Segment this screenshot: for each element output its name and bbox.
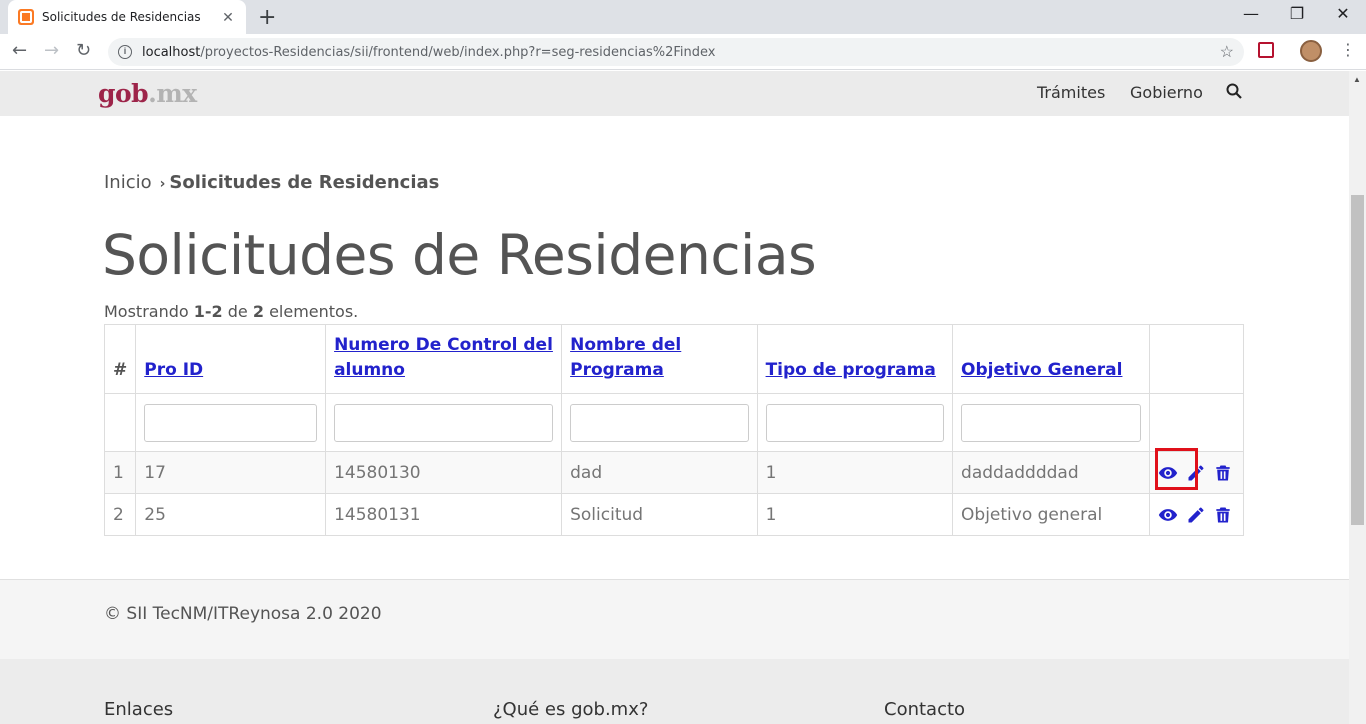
cell-nombre-programa: dad (561, 451, 758, 494)
sort-pro-id-link[interactable]: Pro ID (144, 360, 203, 380)
footer-contacto-heading: Contacto (884, 699, 966, 720)
filter-nombre-programa-input[interactable] (570, 403, 749, 442)
chevron-right-icon: › (159, 176, 166, 192)
cell-objetivo-general: daddaddddad (952, 451, 1151, 494)
cell-number: 1 (103, 451, 137, 494)
cell-number: 2 (103, 493, 137, 536)
xampp-favicon-icon (18, 9, 34, 25)
sort-tipo-programa-link[interactable]: Tipo de programa (766, 360, 936, 380)
header-objetivo-general: Objetivo General (952, 324, 1151, 394)
scroll-up-arrow-icon[interactable]: ▲ (1353, 75, 1361, 84)
gob-navbar: gob.mx Trámites Gobierno (0, 71, 1349, 116)
url-text: localhost/proyectos-Residencias/sii/fron… (142, 44, 716, 60)
forward-arrow-icon[interactable]: → (44, 40, 59, 61)
copyright-footer: © SII TecNM/ITReynosa 2.0 2020 (0, 579, 1349, 659)
header-numero-control: Numero De Control del alumno (325, 324, 563, 394)
filter-objetivo-general-input[interactable] (961, 403, 1142, 442)
table-header-row: # Pro ID Numero De Control del alumno No… (103, 324, 1244, 394)
page-viewport: gob.mx Trámites Gobierno Inicio › Solicitu… (0, 71, 1349, 724)
filter-numero-control-input[interactable] (334, 403, 554, 442)
profile-avatar[interactable] (1300, 40, 1322, 62)
address-bar[interactable]: i localhost/proyectos-Residencias/sii/fr… (108, 38, 1244, 66)
filter-row (103, 393, 1244, 452)
cell-pro-id: 25 (135, 493, 327, 536)
scrollbar-thumb[interactable] (1351, 195, 1364, 525)
extension-icon[interactable] (1258, 42, 1274, 58)
header-pro-id: Pro ID (135, 324, 327, 394)
nav-tramites[interactable]: Trámites (1037, 83, 1105, 102)
cell-objetivo-general: Objetivo general (952, 493, 1151, 536)
sort-nombre-programa-link[interactable]: Nombre del Programa (570, 335, 681, 380)
sort-numero-control-link[interactable]: Numero De Control del alumno (334, 335, 553, 380)
browser-toolbar: ← → ↻ i localhost/proyectos-Residencias/… (0, 34, 1366, 70)
maximize-icon[interactable]: ❐ (1274, 4, 1320, 23)
edit-pencil-icon[interactable] (1186, 505, 1206, 525)
residencias-table: # Pro ID Numero De Control del alumno No… (103, 324, 1244, 536)
cell-pro-id: 17 (135, 451, 327, 494)
table-row: 2 25 14580131 Solicitud 1 Objetivo gener… (103, 493, 1244, 536)
tab-close-icon[interactable]: ✕ (220, 9, 236, 26)
tab-title: Solicitudes de Residencias (42, 10, 201, 24)
cell-tipo-programa: 1 (756, 451, 954, 494)
minimize-icon[interactable]: — (1228, 4, 1274, 23)
site-info-icon[interactable]: i (118, 45, 132, 59)
cell-nombre-programa: Solicitud (561, 493, 758, 536)
header-tipo-programa: Tipo de programa (756, 324, 954, 394)
sort-objetivo-general-link[interactable]: Objetivo General (961, 360, 1122, 380)
footer-que-es-heading: ¿Qué es gob.mx? (493, 699, 649, 720)
copyright-text: © SII TecNM/ITReynosa 2.0 2020 (104, 604, 382, 624)
breadcrumb-home[interactable]: Inicio (104, 172, 152, 193)
browser-tab[interactable]: Solicitudes de Residencias ✕ (8, 0, 246, 34)
bookmark-star-icon[interactable]: ☆ (1220, 42, 1234, 62)
header-nombre-programa: Nombre del Programa (561, 324, 758, 394)
table-row: 1 17 14580130 dad 1 daddaddddad (103, 451, 1244, 494)
filter-pro-id-input[interactable] (144, 403, 318, 442)
gob-footer: Enlaces ¿Qué es gob.mx? Contacto (0, 659, 1349, 724)
browser-tab-strip: Solicitudes de Residencias ✕ + — ❐ ✕ (0, 0, 1366, 34)
page-title: Solicitudes de Residencias (102, 223, 817, 287)
search-icon[interactable] (1226, 83, 1242, 99)
grid-summary: Mostrando 1-2 de 2 elementos. (104, 302, 359, 321)
header-actions (1149, 324, 1244, 394)
reload-icon[interactable]: ↻ (76, 40, 91, 61)
filter-tipo-programa-input[interactable] (765, 403, 945, 442)
cell-tipo-programa: 1 (756, 493, 954, 536)
breadcrumb-current: Solicitudes de Residencias (169, 172, 440, 193)
cell-actions (1149, 493, 1244, 536)
delete-trash-icon[interactable] (1213, 463, 1233, 483)
breadcrumb: Inicio › Solicitudes de Residencias (104, 172, 439, 193)
cell-numero-control: 14580131 (325, 493, 563, 536)
header-number: # (103, 324, 137, 394)
nav-gobierno[interactable]: Gobierno (1130, 83, 1203, 102)
footer-enlaces-heading: Enlaces (104, 699, 174, 720)
close-window-icon[interactable]: ✕ (1320, 4, 1366, 23)
delete-trash-icon[interactable] (1213, 505, 1233, 525)
back-arrow-icon[interactable]: ← (12, 40, 27, 61)
browser-menu-icon[interactable]: ⋮ (1340, 40, 1356, 59)
highlight-box (1155, 448, 1198, 490)
cell-numero-control: 14580130 (325, 451, 563, 494)
view-eye-icon[interactable] (1158, 505, 1178, 525)
new-tab-icon[interactable]: + (258, 5, 276, 30)
gob-mx-logo[interactable]: gob.mx (98, 79, 197, 108)
page-scrollbar[interactable]: ▲ (1349, 71, 1366, 724)
